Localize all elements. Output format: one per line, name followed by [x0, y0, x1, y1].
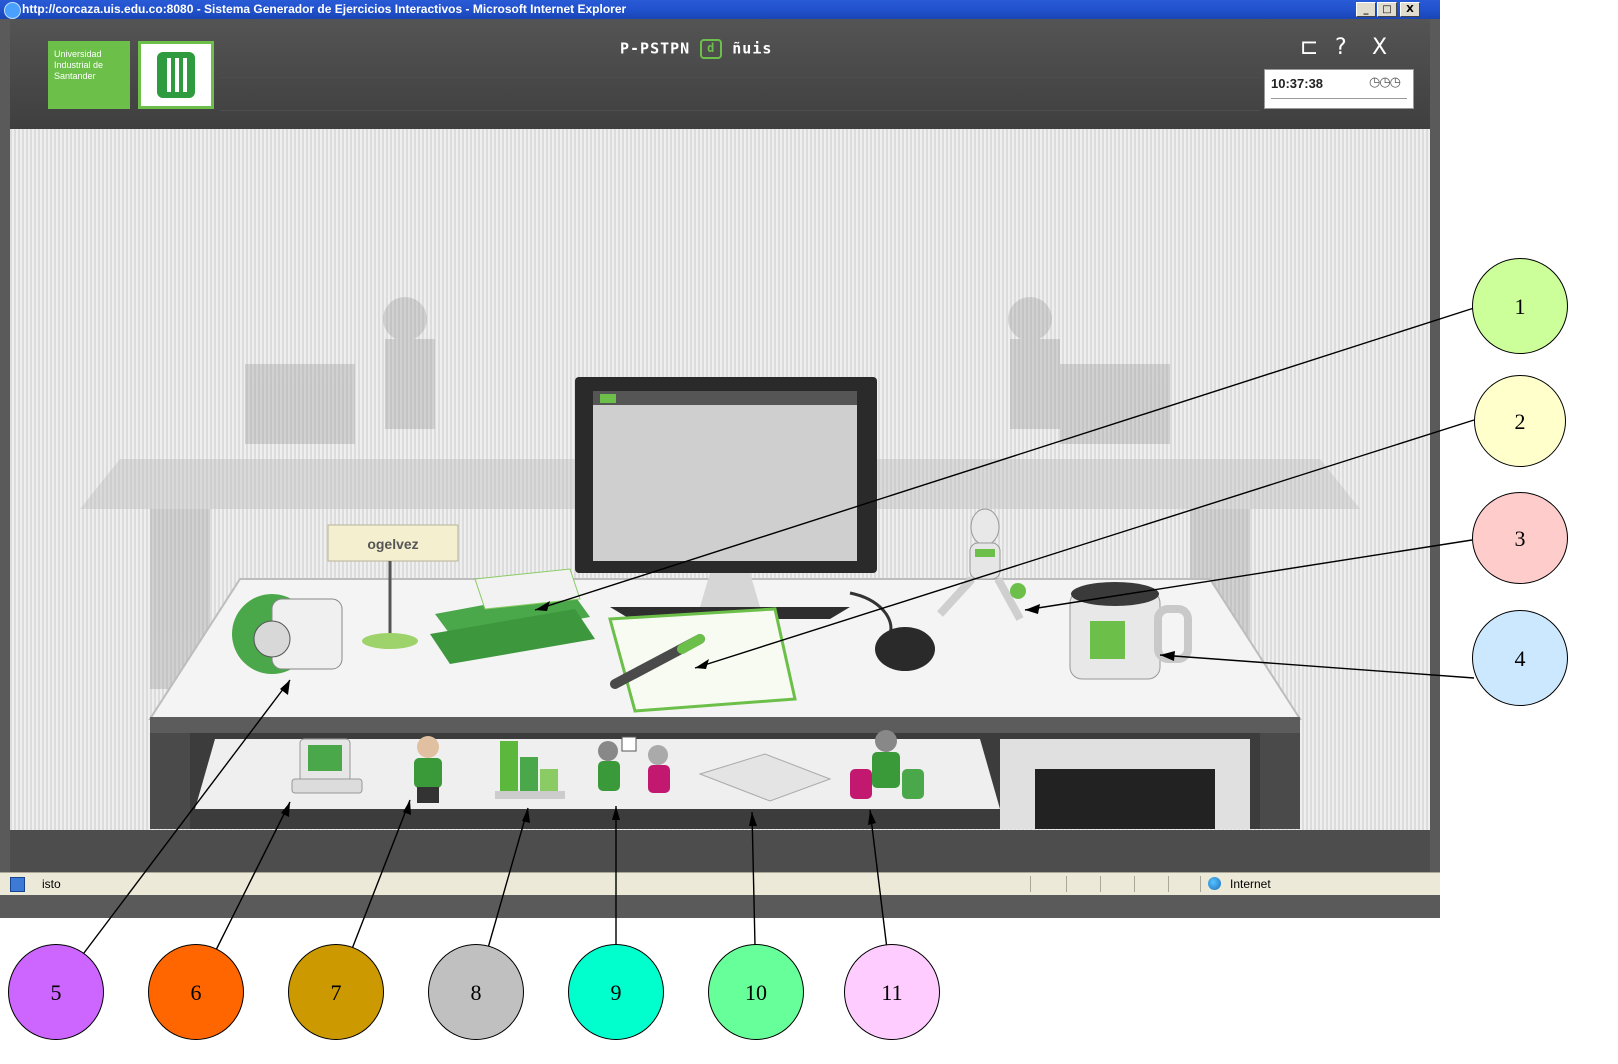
- university-logo-text[interactable]: Universidad Industrial de Santander: [48, 41, 130, 109]
- ie-icon: [4, 2, 21, 19]
- security-zone: Internet: [1230, 877, 1271, 891]
- mouse[interactable]: [875, 627, 935, 671]
- callout-5: 5: [8, 944, 104, 1040]
- desk-edge: [150, 717, 1300, 733]
- title-bar: http://corcaza.uis.edu.co:8080 - Sistema…: [0, 0, 1440, 19]
- callout-9: 9: [568, 944, 664, 1040]
- callout-6: 6: [148, 944, 244, 1040]
- page-icon: [10, 877, 25, 892]
- close-button[interactable]: X: [1400, 2, 1420, 17]
- callout-label: 6: [190, 980, 202, 1005]
- callout-7: 7: [288, 944, 384, 1040]
- status-divider: [1100, 876, 1101, 892]
- callout-label: 7: [330, 980, 342, 1005]
- callout-label: 5: [50, 980, 62, 1005]
- app-header: Universidad Industrial de Santander P-PS…: [10, 19, 1430, 129]
- callout-label: 2: [1514, 409, 1526, 434]
- browser-window: http://corcaza.uis.edu.co:8080 - Sistema…: [0, 0, 1440, 918]
- desk-illustration: ogelvez: [80, 297, 1360, 829]
- uis-logo[interactable]: [138, 41, 214, 109]
- callout-11: 11: [844, 944, 940, 1040]
- app-footer: [10, 830, 1430, 872]
- app-name-mark: d: [700, 39, 723, 59]
- callout-label: 9: [610, 980, 622, 1005]
- callout-4: 4: [1472, 610, 1568, 706]
- clock-icons[interactable]: ◷◷◷: [1369, 75, 1401, 90]
- minimize-button[interactable]: _: [1356, 2, 1376, 17]
- app-name-suffix: ñuis: [732, 39, 773, 58]
- internet-zone-icon: [1208, 877, 1221, 890]
- callout-10: 10: [708, 944, 804, 1040]
- exit-button[interactable]: X: [1372, 35, 1387, 60]
- toolbar-strip: [220, 77, 1260, 111]
- rolodex[interactable]: [232, 594, 343, 674]
- status-text: isto: [42, 877, 61, 891]
- callout-2: 2: [1474, 375, 1566, 467]
- maximize-button[interactable]: □: [1377, 2, 1397, 17]
- callout-label: 1: [1514, 294, 1526, 319]
- nameplate-text: ogelvez: [367, 536, 418, 552]
- callout-label: 4: [1514, 646, 1526, 671]
- app-name-prefix: P-PSTPN: [620, 39, 691, 58]
- notepad[interactable]: [608, 607, 797, 713]
- window-title: http://corcaza.uis.edu.co:8080 - Sistema…: [22, 2, 627, 16]
- callout-3: 3: [1472, 492, 1568, 584]
- clock-scale: [1271, 98, 1407, 99]
- status-divider: [1134, 876, 1135, 892]
- status-divider: [1168, 876, 1169, 892]
- fullscreen-button[interactable]: ⊏: [1300, 35, 1318, 60]
- status-bar: isto Internet: [0, 872, 1440, 895]
- callout-label: 10: [745, 980, 767, 1005]
- callout-8: 8: [428, 944, 524, 1040]
- callout-label: 11: [881, 980, 903, 1005]
- status-divider: [1030, 876, 1031, 892]
- shelf-person[interactable]: [414, 736, 442, 803]
- clock-time: 10:37:38: [1271, 76, 1324, 91]
- uis-logo-icon: [157, 52, 195, 98]
- status-divider: [1200, 876, 1201, 892]
- clock-widget: 10:37:38 ◷◷◷: [1264, 69, 1414, 109]
- status-divider: [1066, 876, 1067, 892]
- callout-label: 8: [470, 980, 482, 1005]
- app-name: P-PSTPN d ñuis: [620, 39, 772, 59]
- desk-scene: ogelvez: [10, 129, 1430, 830]
- callout-label: 3: [1514, 526, 1526, 551]
- callout-1: 1: [1472, 258, 1568, 354]
- help-button[interactable]: ?: [1335, 35, 1347, 60]
